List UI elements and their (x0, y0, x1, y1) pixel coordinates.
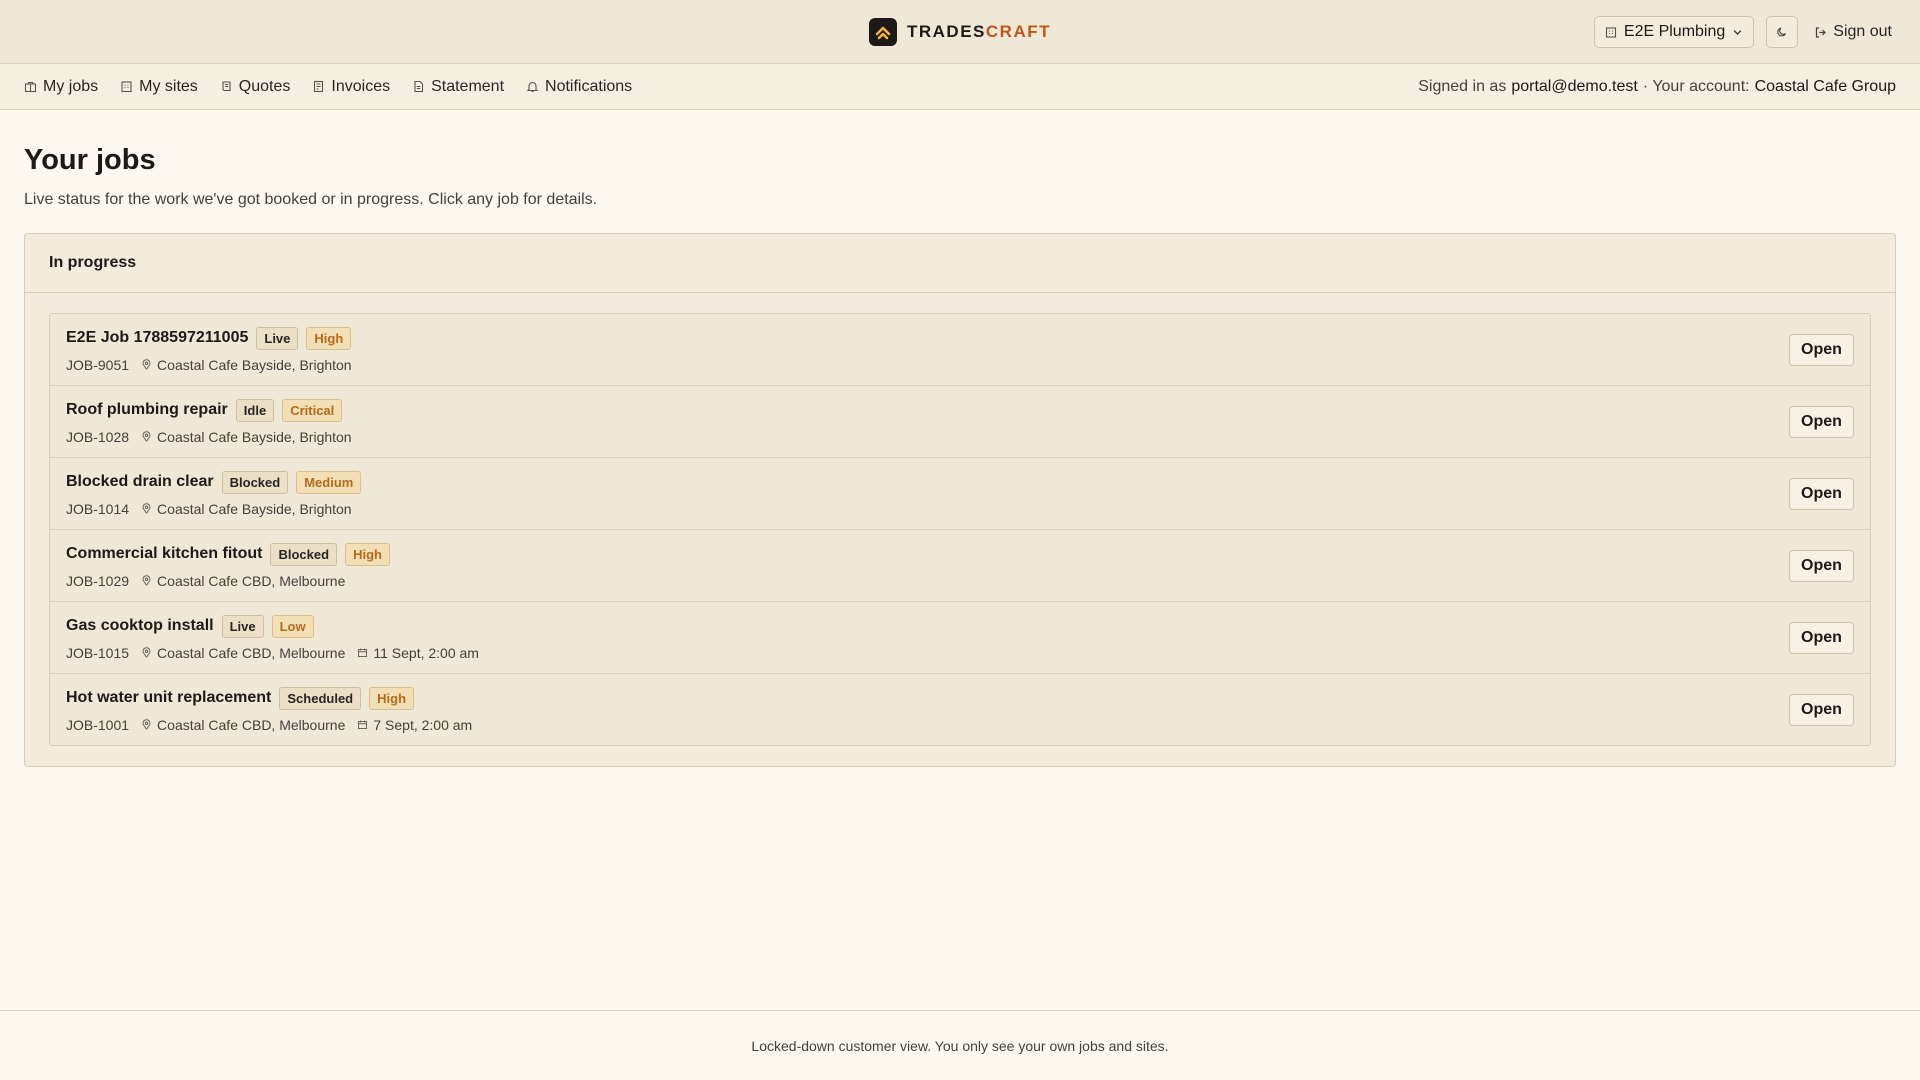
building-icon (121, 81, 132, 93)
bell-icon (526, 81, 539, 93)
job-title[interactable]: Commercial kitchen fitout (66, 545, 262, 563)
job-date: 7 Sept, 2:00 am (373, 716, 473, 733)
open-job-button[interactable]: Open (1789, 693, 1854, 726)
job-id: JOB-9051 (66, 356, 130, 373)
receipt-icon (314, 80, 324, 93)
main-content: Your jobs Live status for the work we've… (0, 110, 1920, 767)
brand-name-part1: TRADES (906, 22, 986, 41)
job-title[interactable]: Hot water unit replacement (66, 689, 271, 707)
nav-item-quotes[interactable]: Quotes (220, 77, 291, 96)
job-title[interactable]: Blocked drain clear (66, 473, 214, 491)
page-subtitle: Live status for the work we've got booke… (24, 191, 598, 208)
account-name: Coastal Cafe Group (1754, 77, 1896, 95)
nav-item-invoices[interactable]: Invoices (312, 78, 390, 96)
status-badge: Live (256, 326, 299, 350)
status-badge: Blocked (221, 470, 289, 494)
signed-in-info: Signed in as portal@demo.test · Your acc… (1418, 78, 1896, 96)
sign-out-button[interactable]: Sign out (1810, 23, 1896, 41)
job-id: JOB-1001 (66, 716, 130, 733)
nav-item-label: Quotes (238, 77, 291, 95)
page-title: Your jobs (24, 144, 156, 176)
footer: Locked-down customer view. You only see … (0, 1010, 1920, 1080)
open-job-button[interactable]: Open (1789, 549, 1854, 582)
job-id: JOB-1029 (66, 572, 130, 589)
job-site: Coastal Cafe Bayside, Brighton (157, 356, 352, 373)
sign-out-label: Sign out (1833, 23, 1892, 40)
job-title[interactable]: Roof plumbing repair (66, 401, 228, 419)
nav-item-label: My jobs (43, 77, 99, 95)
priority-badge: High (345, 542, 390, 566)
brand[interactable]: TRADESCRAFT (868, 18, 1051, 46)
section-title: In progress (25, 234, 1895, 293)
nav-item-my-jobs[interactable]: My jobs (24, 78, 98, 96)
location-pin-icon (142, 503, 151, 514)
briefcase-icon (24, 81, 37, 93)
priority-badge: High (369, 686, 415, 710)
org-selector-label: E2E Plumbing (1623, 23, 1726, 40)
location-pin-icon (142, 359, 151, 370)
job-id: JOB-1015 (66, 644, 130, 661)
nav-item-label: Statement (431, 77, 505, 95)
moon-icon (1777, 27, 1787, 37)
brand-name: TRADESCRAFT (907, 22, 1051, 42)
jobs-panel: In progress E2E Job 1788597211005 Live H… (24, 233, 1896, 767)
top-bar: TRADESCRAFT E2E Plumbing Sign out (0, 0, 1920, 64)
location-pin-icon (142, 431, 151, 442)
job-site: Coastal Cafe CBD, Melbourne (157, 572, 346, 589)
open-job-button[interactable]: Open (1789, 405, 1854, 438)
job-title[interactable]: Gas cooktop install (66, 617, 214, 635)
chevron-down-icon (1734, 29, 1742, 35)
location-pin-icon (142, 647, 151, 658)
nav-item-label: Notifications (545, 77, 633, 95)
signed-in-prefix: Signed in as (1418, 77, 1507, 95)
job-row[interactable]: Hot water unit replacement Scheduled Hig… (50, 674, 1870, 745)
building-icon (1605, 27, 1616, 38)
job-id: JOB-1014 (66, 500, 130, 517)
job-date: 11 Sept, 2:00 am (373, 644, 479, 661)
theme-toggle-button[interactable] (1766, 16, 1799, 48)
nav-item-statement[interactable]: Statement (412, 78, 504, 96)
open-job-button[interactable]: Open (1789, 477, 1854, 510)
signed-in-email: portal@demo.test (1511, 77, 1638, 95)
job-site: Coastal Cafe CBD, Melbourne (157, 644, 346, 661)
open-job-button[interactable]: Open (1789, 333, 1854, 366)
nav-item-label: My sites (139, 77, 198, 95)
priority-badge: Medium (296, 470, 362, 494)
job-title[interactable]: E2E Job 1788597211005 (66, 329, 248, 347)
brand-logo-icon (868, 18, 897, 46)
status-badge: Live (221, 614, 264, 638)
job-id: JOB-1028 (66, 428, 130, 445)
job-site: Coastal Cafe CBD, Melbourne (157, 716, 346, 733)
job-site: Coastal Cafe Bayside, Brighton (157, 500, 352, 517)
job-row[interactable]: Gas cooktop install Live Low JOB-1015 Co… (50, 602, 1870, 674)
calendar-icon (358, 648, 368, 657)
priority-badge: High (306, 326, 352, 350)
job-site: Coastal Cafe Bayside, Brighton (157, 428, 352, 445)
priority-badge: Critical (282, 398, 343, 422)
org-selector[interactable]: E2E Plumbing (1593, 16, 1755, 48)
job-row[interactable]: E2E Job 1788597211005 Live High JOB-9051… (50, 314, 1870, 386)
sign-out-icon (1816, 26, 1827, 38)
calendar-icon (358, 720, 368, 729)
status-badge: Blocked (270, 542, 338, 566)
job-row[interactable]: Blocked drain clear Blocked Medium JOB-1… (50, 458, 1870, 530)
nav-item-notifications[interactable]: Notifications (526, 78, 632, 96)
location-pin-icon (142, 719, 151, 730)
status-badge: Idle (235, 398, 275, 422)
brand-name-part2: CRAFT (985, 22, 1052, 41)
footer-text: Locked-down customer view. You only see … (751, 1037, 1169, 1054)
job-list: E2E Job 1788597211005 Live High JOB-9051… (49, 313, 1871, 746)
scroll-icon (222, 81, 231, 92)
job-row[interactable]: Commercial kitchen fitout Blocked High J… (50, 530, 1870, 602)
nav-item-label: Invoices (331, 77, 391, 95)
nav-bar: My jobs My sites Quotes Invoices Stateme… (0, 64, 1920, 110)
status-badge: Scheduled (279, 686, 362, 710)
nav-item-my-sites[interactable]: My sites (120, 78, 198, 96)
open-job-button[interactable]: Open (1789, 621, 1854, 654)
job-row[interactable]: Roof plumbing repair Idle Critical JOB-1… (50, 386, 1870, 458)
account-prefix: · Your account: (1642, 77, 1750, 95)
priority-badge: Low (271, 614, 314, 638)
location-pin-icon (142, 575, 151, 586)
file-icon (414, 80, 424, 93)
